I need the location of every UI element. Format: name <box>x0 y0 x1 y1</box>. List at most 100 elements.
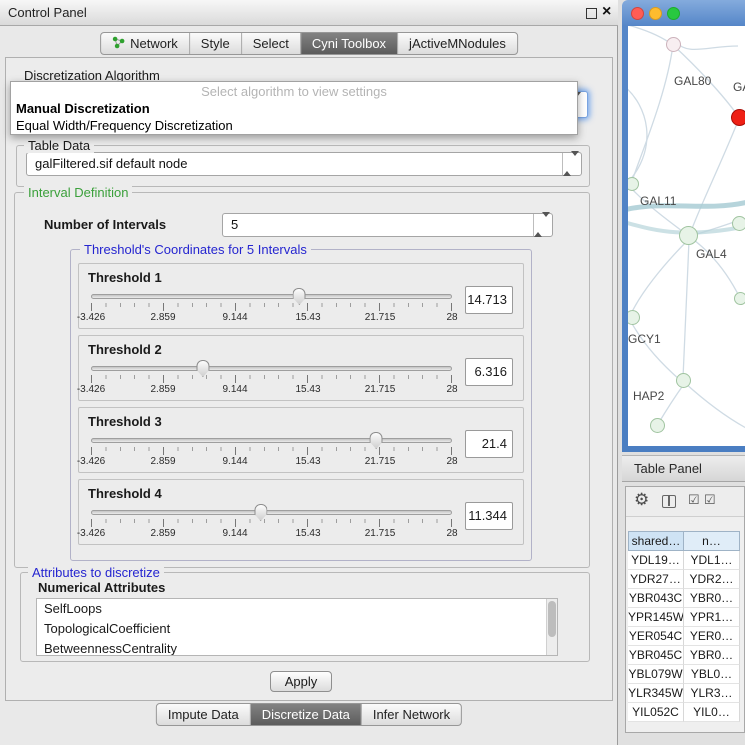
num-intervals-spinner[interactable]: 5 <box>222 213 553 237</box>
combobox-stepper-icon[interactable] <box>562 153 581 175</box>
apply-button[interactable]: Apply <box>270 671 332 692</box>
slider-track[interactable] <box>91 510 452 515</box>
network-view-window[interactable]: GAL80 GAL11 GAL4 GCY1 HAP2 GA <box>622 0 745 452</box>
table-row[interactable]: YBR045CYBR0… <box>628 646 741 665</box>
cell[interactable]: YER054C <box>628 627 684 646</box>
column-header-shared-name[interactable]: shared… <box>628 531 684 551</box>
network-node[interactable] <box>734 292 745 305</box>
thresholds-group-title: Threshold's Coordinates for 5 Intervals <box>80 242 311 257</box>
network-node[interactable] <box>679 226 698 245</box>
cell[interactable]: YBR045C <box>628 646 684 665</box>
cell[interactable]: YBL0… <box>684 665 740 684</box>
threshold-2-slider[interactable]: -3.4262.8599.14415.4321.71528 <box>91 366 452 398</box>
threshold-4-slider[interactable]: -3.4262.8599.14415.4321.71528 <box>91 510 452 542</box>
cell[interactable]: YBL079W <box>628 665 684 684</box>
cell[interactable]: YPR1… <box>684 608 740 627</box>
algorithm-option-equal-width[interactable]: Equal Width/Frequency Discretization <box>16 118 233 133</box>
table-panel-titlebar[interactable]: Table Panel <box>622 455 745 482</box>
cell[interactable]: YPR145W <box>628 608 684 627</box>
cell[interactable]: YIL052C <box>628 703 684 722</box>
column-header-name[interactable]: n… <box>684 531 740 551</box>
table-data-combobox[interactable]: galFiltered.sif default node <box>26 152 582 176</box>
node-label-partial[interactable]: GA <box>733 80 745 94</box>
network-node[interactable] <box>650 418 665 433</box>
zoom-traffic-icon[interactable] <box>667 7 680 20</box>
tab-discretize-data[interactable]: Discretize Data <box>250 704 361 725</box>
list-item[interactable]: BetweennessCentrality <box>37 639 557 656</box>
list-item[interactable]: TopologicalCoefficient <box>37 619 557 639</box>
cell[interactable]: YDL1… <box>684 551 740 570</box>
table-row[interactable]: YBL079WYBL0… <box>628 665 741 684</box>
node-label-gcy1[interactable]: GCY1 <box>628 332 661 346</box>
slider-track[interactable] <box>91 294 452 299</box>
network-node-selected-red[interactable] <box>731 109 745 126</box>
node-label-gal11[interactable]: GAL11 <box>640 194 676 208</box>
table-header-row: shared… n… <box>628 531 740 551</box>
table-row[interactable]: YIL052CYIL0… <box>628 703 741 722</box>
network-icon <box>112 36 125 52</box>
close-traffic-icon[interactable] <box>631 7 644 20</box>
list-item[interactable]: SelfLoops <box>37 599 557 619</box>
network-canvas[interactable]: GAL80 GAL11 GAL4 GCY1 HAP2 GA <box>628 26 745 446</box>
threshold-3-slider[interactable]: -3.4262.8599.14415.4321.71528 <box>91 438 452 470</box>
threshold-3-value-field[interactable]: 21.4 <box>465 430 513 458</box>
threshold-label: Threshold 3 <box>88 414 162 429</box>
slider-track[interactable] <box>91 366 452 371</box>
network-node[interactable] <box>676 373 691 388</box>
tab-infer-network[interactable]: Infer Network <box>361 704 461 725</box>
cell[interactable]: YBR0… <box>684 589 740 608</box>
tab-impute-data[interactable]: Impute Data <box>157 704 250 725</box>
node-label-gal80[interactable]: GAL80 <box>674 74 711 88</box>
algorithm-option-manual[interactable]: Manual Discretization <box>16 101 150 116</box>
scale-label: 15.43 <box>295 456 320 467</box>
table-row[interactable]: YDR27…YDR2… <box>628 570 741 589</box>
table-row[interactable]: YER054CYER0… <box>628 627 741 646</box>
slider-track[interactable] <box>91 438 452 443</box>
cell[interactable]: YBR043C <box>628 589 684 608</box>
columns-icon[interactable] <box>662 495 676 508</box>
numerical-attributes-list[interactable]: SelfLoops TopologicalCoefficient Between… <box>36 598 558 656</box>
cell[interactable]: YER0… <box>684 627 740 646</box>
numerical-attributes-label: Numerical Attributes <box>34 580 169 595</box>
threshold-2-value-field[interactable]: 6.316 <box>465 358 513 386</box>
cell[interactable]: YLR3… <box>684 684 740 703</box>
spinner-stepper-icon[interactable] <box>533 214 552 236</box>
control-panel-titlebar[interactable] <box>0 0 618 26</box>
list-scrollbar[interactable] <box>546 599 557 655</box>
table-row[interactable]: YPR145WYPR1… <box>628 608 741 627</box>
cell[interactable]: YIL0… <box>684 703 740 722</box>
cell[interactable]: YBR0… <box>684 646 740 665</box>
tab-cyni-toolbox[interactable]: Cyni Toolbox <box>300 33 397 54</box>
tab-jactivemnodules[interactable]: jActiveMNodules <box>397 33 517 54</box>
minimize-traffic-icon[interactable] <box>649 7 662 20</box>
algorithm-placeholder-option[interactable]: Select algorithm to view settings <box>11 84 577 99</box>
cell[interactable]: YDR2… <box>684 570 740 589</box>
threshold-1-value-field[interactable]: 14.713 <box>465 286 513 314</box>
close-icon[interactable]: × <box>602 3 611 21</box>
table-row[interactable]: YDL19…YDL1… <box>628 551 741 570</box>
threshold-1-slider[interactable]: -3.4262.8599.14415.4321.71528 <box>91 294 452 326</box>
table-row[interactable]: YLR345WYLR3… <box>628 684 741 703</box>
node-label-hap2[interactable]: HAP2 <box>633 389 664 403</box>
node-label-gal4[interactable]: GAL4 <box>696 247 727 261</box>
scrollbar-thumb[interactable] <box>548 601 556 637</box>
table-row[interactable]: YBR043CYBR0… <box>628 589 741 608</box>
tab-label: Infer Network <box>373 707 450 722</box>
float-window-icon[interactable] <box>586 8 597 19</box>
tab-network[interactable]: Network <box>101 33 189 54</box>
tab-label: Impute Data <box>168 707 239 722</box>
cell[interactable]: YLR345W <box>628 684 684 703</box>
tab-label: Select <box>253 36 289 51</box>
cell[interactable]: YDL19… <box>628 551 684 570</box>
network-node[interactable] <box>732 216 745 231</box>
threshold-label: Threshold 4 <box>88 486 162 501</box>
scale-label: 21.715 <box>365 384 396 395</box>
tab-style[interactable]: Style <box>189 33 241 54</box>
threshold-4-value-field[interactable]: 11.344 <box>465 502 513 530</box>
gear-icon[interactable]: ⚙ <box>634 490 649 510</box>
cell[interactable]: YDR27… <box>628 570 684 589</box>
select-checkbox-icon[interactable]: ☑ <box>704 492 716 508</box>
network-node[interactable] <box>666 37 681 52</box>
tab-select[interactable]: Select <box>241 33 300 54</box>
select-all-checkbox-icon[interactable]: ☑ <box>688 492 700 508</box>
